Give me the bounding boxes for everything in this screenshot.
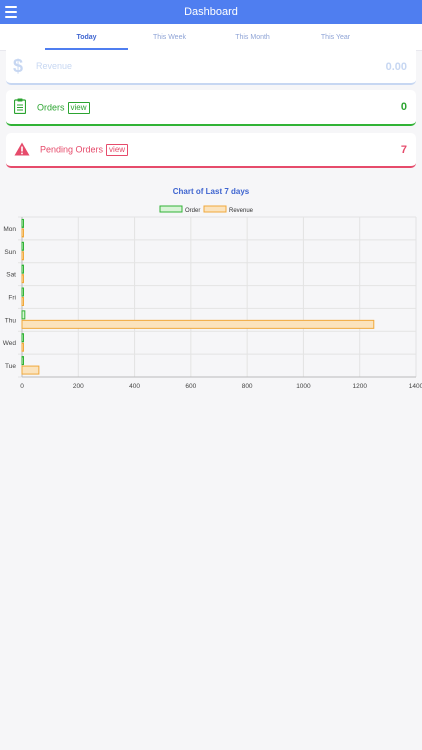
warning-icon	[14, 142, 30, 156]
tab-this-week[interactable]: This Week	[128, 24, 211, 50]
chart-svg: Chart of Last 7 days Order Revenue 0 200 400 6…	[3, 187, 422, 390]
chart-title: Chart of Last 7 days	[173, 187, 250, 196]
y-tick-label-wed: Wed	[3, 340, 17, 347]
hamburger-menu-icon[interactable]	[5, 6, 17, 18]
revenue-label: Revenue	[36, 61, 73, 71]
tab-today[interactable]: Today	[45, 24, 128, 50]
order-bar-sun	[21, 241, 24, 251]
order-bar-tue	[21, 356, 24, 366]
revenue-bar-wed	[21, 342, 24, 352]
pending-orders-card[interactable]: Pending Orders view 7	[6, 133, 416, 168]
legend-swatch-revenue	[203, 205, 227, 213]
y-tick-label-sun: Sun	[4, 249, 16, 256]
revenue-bar-sat	[21, 274, 24, 284]
y-tick-label-fri: Fri	[8, 295, 16, 302]
orders-view-button[interactable]: view	[67, 102, 90, 114]
x-tick-label: 800	[242, 383, 253, 390]
legend-label-order: Order	[185, 208, 200, 214]
revenue-bar-sun	[21, 251, 24, 261]
order-bar-fri	[21, 287, 24, 297]
x-tick-label: 200	[73, 383, 84, 390]
revenue-bar-mon	[21, 228, 24, 238]
revenue-bar-tue	[21, 365, 40, 375]
order-bar-mon	[21, 218, 24, 228]
revenue-bar-thu	[21, 319, 375, 329]
y-tick-label-sat: Sat	[6, 272, 16, 279]
x-tick-label: 1400	[409, 383, 422, 390]
order-bar-thu	[21, 310, 26, 320]
dollar-icon: $	[13, 56, 24, 76]
clipboard-icon	[14, 98, 26, 114]
x-tick-label: 600	[185, 383, 196, 390]
pending-orders-value: 7	[400, 144, 407, 156]
x-tick-label: 1000	[296, 383, 311, 390]
y-tick-label-tue: Tue	[5, 363, 16, 370]
period-tabs: Today This Week This Month This Year	[0, 24, 422, 51]
pending-orders-label: Pending Orders	[40, 144, 104, 155]
x-tick-label: 0	[20, 383, 24, 390]
revenue-value: 0.00	[385, 61, 407, 73]
order-bar-wed	[21, 333, 24, 343]
page-title: Dashboard	[184, 6, 238, 18]
orders-card[interactable]: Orders view 0	[6, 90, 416, 126]
y-tick-label-mon: Mon	[3, 226, 16, 233]
orders-label-group: Orders view	[37, 102, 90, 114]
last-7-days-chart: Chart of Last 7 days Order Revenue 0 200 400 6…	[0, 180, 422, 395]
legend-label-revenue: Revenue	[229, 208, 254, 214]
revenue-card[interactable]: $ Revenue 0.00	[6, 50, 416, 85]
x-tick-label: 1200	[352, 383, 367, 390]
revenue-bar-fri	[21, 297, 24, 306]
orders-value: 0	[400, 101, 407, 113]
tab-this-year[interactable]: This Year	[294, 24, 377, 50]
y-tick-label-thu: Thu	[5, 317, 17, 324]
order-bar-sat	[21, 264, 24, 274]
orders-label: Orders	[37, 102, 65, 113]
tab-this-month[interactable]: This Month	[211, 24, 294, 50]
pending-orders-label-group: Pending Orders view	[40, 144, 129, 156]
x-tick-label: 400	[129, 383, 140, 390]
pending-orders-view-button[interactable]: view	[106, 144, 129, 156]
legend-swatch-order	[159, 205, 183, 213]
